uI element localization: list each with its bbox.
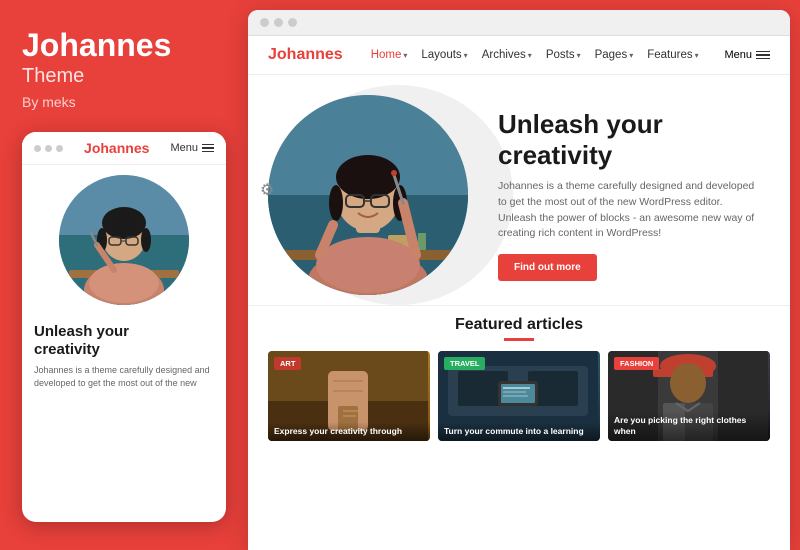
nav-items: Home ▾ Layouts ▾ Archives ▾ Posts ▾ Page… — [371, 49, 699, 61]
chrome-dot-1 — [260, 18, 269, 27]
featured-section: Featured articles Art Express y — [248, 305, 790, 449]
article-bottom-fashion: Are you picking the right clothes when — [608, 411, 770, 441]
mobile-heading: Unleash your creativity — [34, 323, 214, 359]
nav-posts-label: Posts — [546, 49, 575, 61]
desktop-hero: Unleash your creativity Johannes is a th… — [248, 75, 790, 305]
mobile-menu-label: Menu — [170, 142, 198, 154]
theme-name: Johannes — [22, 28, 226, 63]
settings-icon[interactable]: ⚙ — [260, 180, 274, 200]
article-card-art[interactable]: Art Express your creativity through — [268, 351, 430, 441]
mobile-dot-2 — [45, 145, 52, 152]
chrome-dot-3 — [288, 18, 297, 27]
mobile-dots — [34, 145, 63, 152]
mobile-description: Johannes is a theme carefully designed a… — [34, 364, 214, 389]
article-card-travel[interactable]: Travel Turn your commute into a learning — [438, 351, 600, 441]
nav-layouts[interactable]: Layouts ▾ — [421, 49, 467, 61]
nav-archives-arrow: ▾ — [528, 51, 532, 60]
article-card-fashion[interactable]: Fashion Are you picking the right clothe… — [608, 351, 770, 441]
nav-home-label: Home — [371, 49, 402, 61]
article-bottom-art: Express your creativity through — [268, 422, 430, 441]
mobile-hero-image — [59, 175, 189, 305]
desktop-logo[interactable]: Johannes — [268, 46, 343, 64]
nav-pages-arrow: ▾ — [629, 51, 633, 60]
nav-features-label: Features — [647, 49, 692, 61]
theme-author: By meks — [22, 94, 226, 110]
featured-underline — [504, 338, 534, 341]
find-out-more-button[interactable]: Find out more — [498, 254, 597, 281]
mobile-logo: Johannes — [84, 140, 149, 156]
mobile-mockup: Johannes Menu — [22, 132, 226, 522]
hero-image — [268, 95, 468, 295]
hero-heading: Unleash your creativity — [498, 109, 770, 171]
nav-features[interactable]: Features ▾ — [647, 49, 698, 61]
nav-archives[interactable]: Archives ▾ — [482, 49, 532, 61]
hero-wrapper: ⚙ — [248, 75, 790, 305]
article-tag-art: Art — [274, 357, 301, 370]
mobile-hamburger-icon — [202, 144, 214, 153]
mobile-dot-3 — [56, 145, 63, 152]
article-bottom-travel: Turn your commute into a learning — [438, 422, 600, 441]
browser-chrome — [248, 10, 790, 36]
nav-features-arrow: ▾ — [695, 51, 699, 60]
mobile-content: Unleash your creativity Johannes is a th… — [22, 315, 226, 399]
theme-word: Theme — [22, 65, 226, 88]
featured-title: Featured articles — [268, 316, 770, 334]
mobile-top-bar: Johannes Menu — [22, 132, 226, 165]
nav-layouts-arrow: ▾ — [464, 51, 468, 60]
nav-layouts-label: Layouts — [421, 49, 461, 61]
nav-home[interactable]: Home ▾ — [371, 49, 408, 61]
article-tag-travel: Travel — [444, 357, 485, 370]
nav-posts[interactable]: Posts ▾ — [546, 49, 581, 61]
article-title-fashion: Are you picking the right clothes when — [614, 415, 764, 437]
mobile-dot-1 — [34, 145, 41, 152]
nav-pages[interactable]: Pages ▾ — [595, 49, 634, 61]
nav-hamburger-icon — [756, 51, 770, 60]
mobile-menu-button[interactable]: Menu — [170, 142, 214, 154]
nav-menu-button[interactable]: Menu — [724, 49, 770, 61]
hero-text: Unleash your creativity Johannes is a th… — [488, 109, 770, 281]
desktop-mockup: Johannes Home ▾ Layouts ▾ Archives ▾ Pos… — [248, 10, 790, 550]
theme-title: Johannes Theme By meks — [22, 28, 226, 110]
hero-description: Johannes is a theme carefully designed a… — [498, 179, 758, 242]
article-tag-fashion: Fashion — [614, 357, 659, 370]
left-panel: Johannes Theme By meks Johannes Menu — [0, 0, 248, 550]
article-title-travel: Turn your commute into a learning — [444, 426, 594, 437]
nav-archives-label: Archives — [482, 49, 526, 61]
nav-pages-label: Pages — [595, 49, 628, 61]
chrome-dot-2 — [274, 18, 283, 27]
article-title-art: Express your creativity through — [274, 426, 424, 437]
desktop-nav: Johannes Home ▾ Layouts ▾ Archives ▾ Pos… — [248, 36, 790, 75]
nav-posts-arrow: ▾ — [577, 51, 581, 60]
nav-home-arrow: ▾ — [403, 51, 407, 60]
nav-menu-label: Menu — [724, 49, 752, 61]
articles-grid: Art Express your creativity through — [268, 351, 770, 441]
